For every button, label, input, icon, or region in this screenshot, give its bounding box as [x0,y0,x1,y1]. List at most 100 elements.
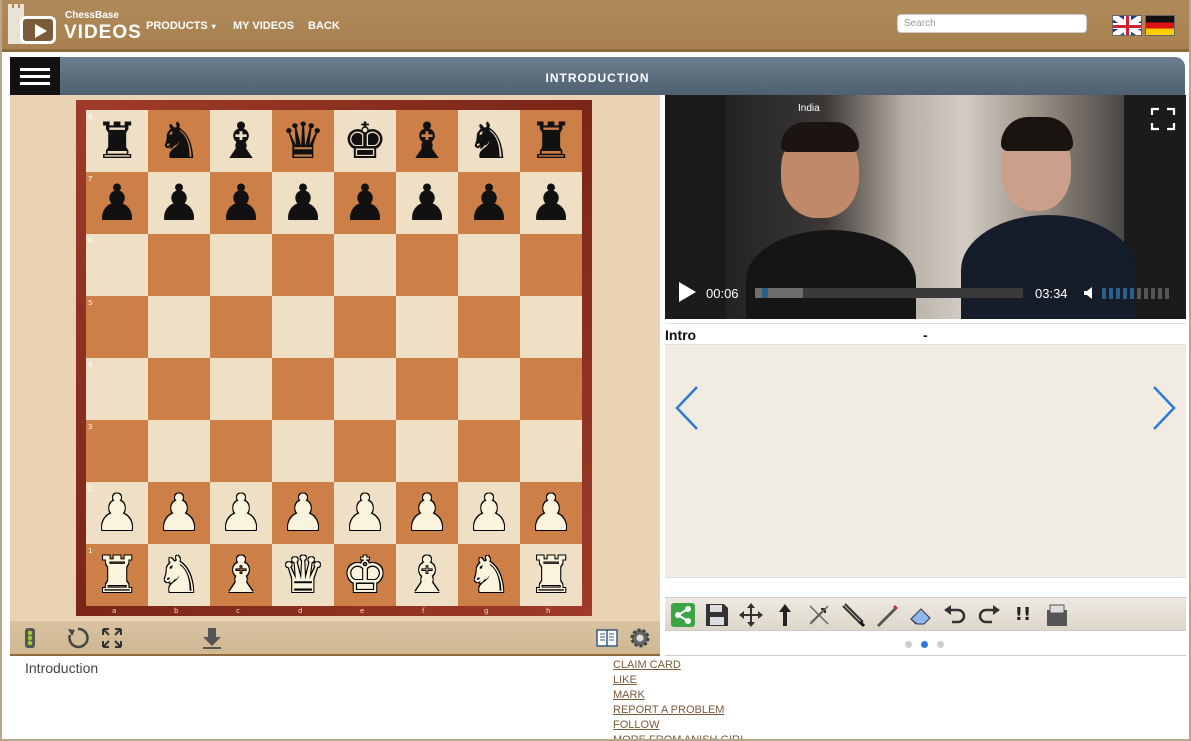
white-pawn-icon[interactable]: ♟ [219,488,264,538]
volume-bar[interactable] [1123,288,1127,299]
square-a1[interactable]: 1 a ♜ [86,544,148,615]
black-pawn-icon[interactable]: ♟ [281,178,326,228]
square-h4[interactable] [520,358,582,420]
black-rook-icon[interactable]: ♜ [95,116,140,166]
settings-icon[interactable] [628,626,652,650]
black-rook-icon[interactable]: ♜ [529,116,574,166]
square-h8[interactable]: ♜ [520,110,582,172]
square-c3[interactable] [210,420,272,482]
flag-uk-icon[interactable] [1112,15,1142,36]
square-e5[interactable] [334,296,396,358]
square-d5[interactable] [272,296,334,358]
report-problem-link[interactable]: REPORT A PROBLEM [613,703,743,718]
square-d1[interactable]: d ♛ [272,544,334,615]
white-pawn-icon[interactable]: ♟ [157,488,202,538]
square-c1[interactable]: c ♝ [210,544,272,615]
square-d7[interactable]: ♟ [272,172,334,234]
pen2-icon[interactable] [874,602,900,628]
volume-bar[interactable] [1109,288,1113,299]
square-h3[interactable] [520,420,582,482]
square-a6[interactable]: 6 [86,234,148,296]
square-g2[interactable]: ♟ [458,482,520,544]
traffic-light-icon[interactable] [18,626,42,650]
search-input[interactable] [897,14,1087,33]
download-icon[interactable] [200,626,224,650]
volume-bar[interactable] [1137,288,1141,299]
square-f5[interactable] [396,296,458,358]
white-pawn-icon[interactable]: ♟ [95,488,140,538]
square-b3[interactable] [148,420,210,482]
eraser-icon[interactable] [908,602,934,628]
square-f8[interactable]: ♝ [396,110,458,172]
nav-products[interactable]: PRODUCTS ▾ [146,20,216,32]
more-from-link[interactable]: MORE FROM ANISH GIRI [613,733,743,739]
volume-bar[interactable] [1165,288,1169,299]
square-d3[interactable] [272,420,334,482]
white-pawn-icon[interactable]: ♟ [281,488,326,538]
square-c2[interactable]: ♟ [210,482,272,544]
hamburger-icon[interactable] [10,57,60,95]
volume-bar[interactable] [1144,288,1148,299]
fullscreen-board-icon[interactable] [100,626,124,650]
black-pawn-icon[interactable]: ♟ [467,178,512,228]
black-pawn-icon[interactable]: ♟ [529,178,574,228]
square-g7[interactable]: ♟ [458,172,520,234]
volume-bar[interactable] [1151,288,1155,299]
square-e1[interactable]: e ♚ [334,544,396,615]
like-link[interactable]: LIKE [613,673,743,688]
white-rook-icon[interactable]: ♜ [529,550,574,600]
play-icon[interactable] [677,281,697,303]
white-pawn-icon[interactable]: ♟ [405,488,450,538]
square-g3[interactable] [458,420,520,482]
video-player[interactable]: India 00:06 03:34 [665,95,1186,319]
square-b1[interactable]: b ♞ [148,544,210,615]
square-h2[interactable]: ♟ [520,482,582,544]
progress-knob[interactable] [762,288,768,298]
square-a3[interactable]: 3 [86,420,148,482]
square-e3[interactable] [334,420,396,482]
square-d4[interactable] [272,358,334,420]
flag-de-icon[interactable] [1145,15,1175,36]
square-a5[interactable]: 5 [86,296,148,358]
square-e4[interactable] [334,358,396,420]
black-knight-icon[interactable]: ♞ [467,116,512,166]
square-c4[interactable] [210,358,272,420]
no-arrow-icon[interactable] [806,602,832,628]
square-b4[interactable] [148,358,210,420]
arrow-up-icon[interactable] [772,602,798,628]
volume-bar[interactable] [1116,288,1120,299]
carousel-dot[interactable] [905,641,912,648]
square-d2[interactable]: ♟ [272,482,334,544]
follow-link[interactable]: FOLLOW [613,718,743,733]
rotate-board-icon[interactable] [66,626,90,650]
square-a8[interactable]: 8 ♜ [86,110,148,172]
square-h1[interactable]: h ♜ [520,544,582,615]
square-h7[interactable]: ♟ [520,172,582,234]
square-a2[interactable]: 2 ♟ [86,482,148,544]
square-h5[interactable] [520,296,582,358]
square-f4[interactable] [396,358,458,420]
mark-link[interactable]: MARK [613,688,743,703]
square-f6[interactable] [396,234,458,296]
pen-icon[interactable] [840,602,866,628]
square-g6[interactable] [458,234,520,296]
carousel-dot[interactable] [921,641,928,648]
white-knight-icon[interactable]: ♞ [467,550,512,600]
carousel-dot[interactable] [937,641,944,648]
black-pawn-icon[interactable]: ♟ [95,178,140,228]
claim-card-link[interactable]: CLAIM CARD [613,658,743,673]
share-icon[interactable] [670,602,696,628]
clipboard-icon[interactable] [1044,602,1070,628]
chess-board[interactable]: 8 ♜ ♞ ♝ ♛ ♚ ♝ ♞ ♜ 7 ♟ ♟ ♟ ♟ ♟ ♟ ♟ ♟ 6 5 4 3 2 ♟ ♟ ♟ ♟ ♟ ♟ ♟ ♟ 1 a ♜ b ♞ c ♝ d ♛… [86,110,582,615]
square-b2[interactable]: ♟ [148,482,210,544]
square-e6[interactable] [334,234,396,296]
volume-bar[interactable] [1158,288,1162,299]
white-king-icon[interactable]: ♚ [343,550,388,600]
square-d8[interactable]: ♛ [272,110,334,172]
black-pawn-icon[interactable]: ♟ [219,178,264,228]
square-f7[interactable]: ♟ [396,172,458,234]
volume-bar[interactable] [1102,288,1106,299]
white-rook-icon[interactable]: ♜ [95,550,140,600]
square-b8[interactable]: ♞ [148,110,210,172]
white-bishop-icon[interactable]: ♝ [405,550,450,600]
